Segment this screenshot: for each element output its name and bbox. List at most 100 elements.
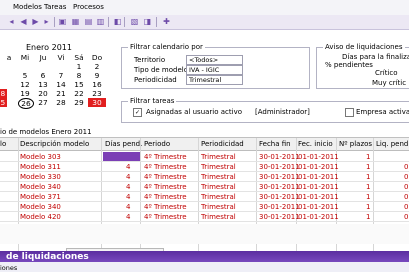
- selected-cell[interactable]: [103, 152, 140, 161]
- table-row[interactable]: Modelo 340 4 4º Trimestre Trimestral 30-01-2…: [0, 202, 409, 212]
- liquidaciones-subtitle: iones: [0, 264, 18, 272]
- table-cell: 01-01-2011: [298, 183, 339, 191]
- table-cell: 30-01-2011: [259, 183, 300, 191]
- table-cell: 4º Trimestre: [144, 153, 187, 161]
- table-cell: 0: [404, 183, 409, 191]
- menu-modelos[interactable]: Modelos: [13, 3, 42, 11]
- table-cell: 4º Trimestre: [144, 213, 187, 221]
- table-cell: Trimestral: [201, 203, 236, 211]
- table-cell: 4º Trimestre: [144, 203, 187, 211]
- table-cell: Trimestral: [201, 173, 236, 181]
- next-icon[interactable]: ▶: [31, 17, 40, 26]
- table-cell: 4: [126, 163, 131, 171]
- table-cell: 01-01-2011: [298, 193, 339, 201]
- table-cell: Modelo 330: [20, 173, 61, 181]
- table-cell: 1: [366, 183, 371, 191]
- table-cell: 01-01-2011: [298, 173, 339, 181]
- table-cell: 0: [404, 203, 409, 211]
- toolbar: ◂ ◀ ▶ ▸ ▣ ▦ ▤ ▥ ◧ ▧ ◨ ✚: [0, 15, 409, 30]
- grid-header: lo Descripción modelo Días pend. Periodo…: [0, 138, 409, 151]
- table-row[interactable]: Modelo 330 4 4º Trimestre Trimestral 30-01-2…: [0, 172, 409, 182]
- table-row[interactable]: Modelo 420 4 4º Trimestre Trimestral 30-01-2…: [0, 212, 409, 222]
- empresa-activa-checkbox[interactable]: [345, 108, 354, 117]
- aviso-legend: Aviso de liquidaciones: [323, 43, 405, 51]
- table-cell: 30-01-2011: [259, 173, 300, 181]
- table-cell: 4: [126, 173, 131, 181]
- table-cell: 1: [366, 173, 371, 181]
- table-cell: 4º Trimestre: [144, 193, 187, 201]
- table-cell: 4: [126, 183, 131, 191]
- col-header[interactable]: Fecha fin: [259, 140, 291, 148]
- aviso-group: Aviso de liquidaciones Días para la fina…: [316, 43, 409, 89]
- table-row[interactable]: Modelo 371 4 4º Trimestre Trimestral 30-01-2…: [0, 192, 409, 202]
- col-header[interactable]: Periodo: [144, 140, 170, 148]
- territorio-select[interactable]: <Todos>: [186, 55, 243, 65]
- edit-icon[interactable]: ◨: [143, 17, 152, 26]
- tipo-modelo-label: Tipo de modelo: [134, 66, 189, 74]
- table-row[interactable]: Modelo 303 4º Trimestre Trimestral 30-01-20…: [0, 152, 409, 162]
- print-icon[interactable]: ▤: [84, 17, 93, 26]
- table-cell: Modelo 303: [20, 153, 61, 161]
- filter-tasks-legend: Filtrar tareas: [128, 97, 177, 105]
- table-cell: Modelo 420: [20, 213, 61, 221]
- col-header[interactable]: Días pend.: [105, 140, 142, 148]
- table-cell: Trimestral: [201, 153, 236, 161]
- models-grid: lo Descripción modelo Días pend. Periodo…: [0, 137, 409, 258]
- table-cell: 30-01-2011: [259, 213, 300, 221]
- col-header[interactable]: Periodicidad: [201, 140, 244, 148]
- table-cell: 1: [366, 153, 371, 161]
- table-cell: 4º Trimestre: [144, 163, 187, 171]
- tools-icon[interactable]: ✚: [162, 17, 171, 26]
- table-cell: Trimestral: [201, 183, 236, 191]
- table-cell: Trimestral: [201, 163, 236, 171]
- table-cell: Modelo 340: [20, 183, 61, 191]
- liquidaciones-panel: [0, 262, 409, 272]
- toolbar-separator: [54, 17, 55, 27]
- tipo-modelo-select[interactable]: IVA - IGIC: [186, 65, 243, 75]
- periodicidad-select[interactable]: Trimestral: [186, 75, 243, 85]
- filter-calendar-group: Filtrar calendario por Territorio <Todos…: [121, 43, 310, 89]
- toolbar-separator: [108, 17, 109, 27]
- col-header[interactable]: Liq. pend.: [376, 140, 409, 148]
- table-cell: 4º Trimestre: [144, 173, 187, 181]
- menu-bar: Modelos Tareas Procesos: [0, 0, 409, 16]
- table-cell: Modelo 340: [20, 203, 61, 211]
- col-header[interactable]: lo: [0, 140, 6, 148]
- table-row[interactable]: Modelo 311 4 4º Trimestre Trimestral 30-01-2…: [0, 162, 409, 172]
- muy-critico-label: Muy crític: [372, 79, 407, 87]
- territorio-label: Territorio: [134, 56, 166, 64]
- asignadas-checkbox[interactable]: ✓: [133, 108, 142, 117]
- asignadas-label: Asignadas al usuario activo: [146, 108, 243, 116]
- new-icon[interactable]: ▣: [58, 17, 67, 26]
- table-cell: 30-01-2011: [259, 153, 300, 161]
- table-cell: 0: [404, 163, 409, 171]
- calendar[interactable]: Enero 2011 a Mi Ju Vi Sá Do 1 2 5 6 7 8 …: [0, 40, 120, 126]
- periodicidad-label: Periodicidad: [134, 76, 177, 84]
- table-cell: 4º Trimestre: [144, 183, 187, 191]
- export-icon[interactable]: ▥: [96, 17, 105, 26]
- critico-label: Crítico: [375, 69, 398, 77]
- calendar-month-title: Enero 2011: [26, 43, 72, 52]
- table-cell: Trimestral: [201, 213, 236, 221]
- menu-tareas[interactable]: Tareas: [44, 3, 66, 11]
- table-cell: 4: [126, 203, 131, 211]
- table-cell: 0: [404, 193, 409, 201]
- table-cell: Modelo 311: [20, 163, 61, 171]
- grid-caption: io de modelos Enero 2011: [0, 128, 92, 136]
- first-icon[interactable]: ◂: [7, 17, 16, 26]
- col-header[interactable]: Nº plazos: [339, 140, 372, 148]
- table-cell: 01-01-2011: [298, 163, 339, 171]
- table-cell: 1: [366, 213, 371, 221]
- last-icon[interactable]: ▸: [42, 17, 51, 26]
- active-user-label: [Administrador]: [255, 108, 310, 116]
- menu-procesos[interactable]: Procesos: [73, 3, 104, 11]
- prev-icon[interactable]: ◀: [19, 17, 28, 26]
- col-header[interactable]: Fec. inicio: [298, 140, 333, 148]
- table-cell: 1: [366, 203, 371, 211]
- save-icon[interactable]: ▦: [71, 17, 80, 26]
- col-header[interactable]: Descripción modelo: [20, 140, 89, 148]
- table-row[interactable]: Modelo 340 4 4º Trimestre Trimestral 30-01-2…: [0, 182, 409, 192]
- filter-icon[interactable]: ◧: [113, 17, 122, 26]
- refresh-icon[interactable]: ▧: [130, 17, 139, 26]
- table-cell: 1: [366, 163, 371, 171]
